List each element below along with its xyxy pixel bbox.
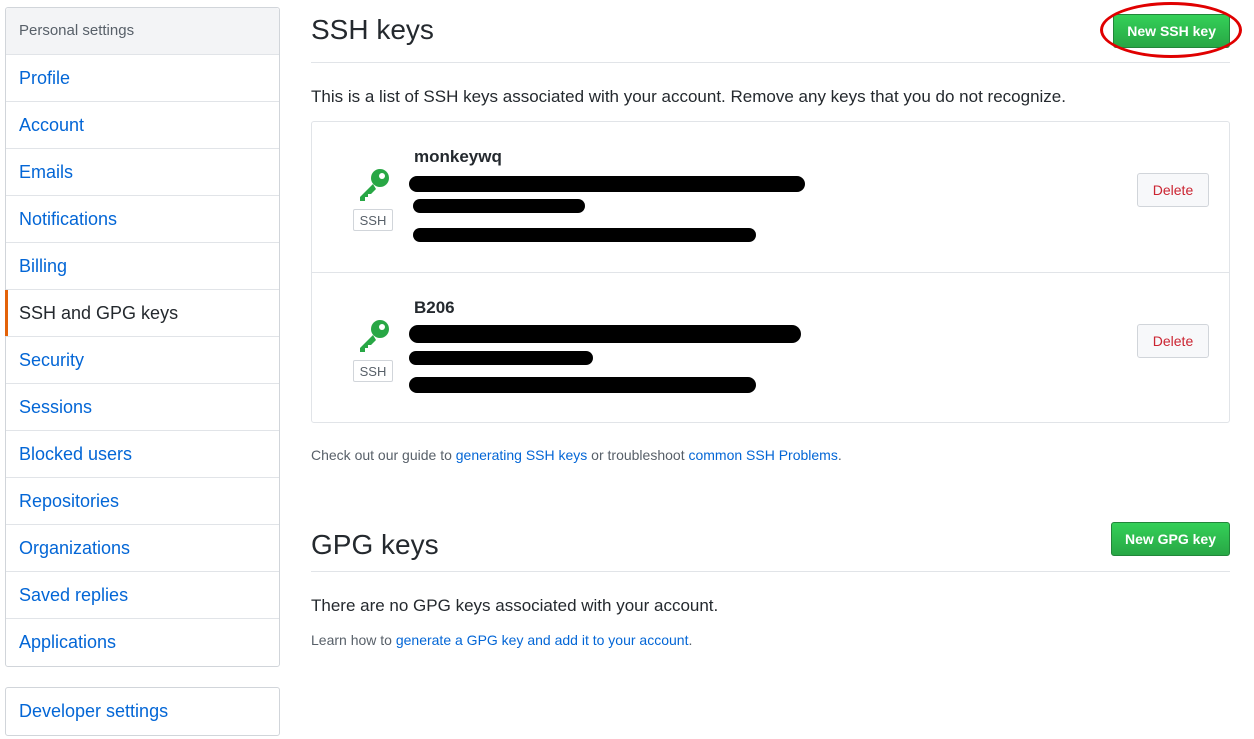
new-gpg-key-button[interactable]: New GPG key (1110, 522, 1230, 556)
ssh-subhead: SSH keys New SSH key (311, 0, 1242, 63)
sidebar-item-developer-settings[interactable]: Developer settings (6, 688, 279, 735)
sidebar-item-billing[interactable]: Billing (6, 243, 279, 290)
sidebar-item-blocked-users[interactable]: Blocked users (6, 431, 279, 478)
key-icon (360, 169, 389, 201)
personal-settings-menu: Personal settings Profile Account Emails… (5, 7, 280, 667)
ssh-keys-title: SSH keys (311, 14, 434, 45)
main-content: SSH keys New SSH key This is a list of S… (311, 0, 1242, 648)
key-icon (360, 320, 389, 352)
sidebar-item-ssh-gpg-keys[interactable]: SSH and GPG keys (5, 290, 279, 337)
ssh-key-row: SSH B206 Delete (312, 273, 1229, 422)
delete-key-button[interactable]: Delete (1137, 173, 1209, 207)
ssh-key-title: B206 (414, 298, 455, 317)
common-ssh-problems-link[interactable]: common SSH Problems (688, 447, 837, 463)
new-ssh-key-button[interactable]: New SSH key (1113, 14, 1230, 48)
gpg-help-suffix: . (688, 632, 693, 648)
ssh-help-middle: or troubleshoot (587, 447, 689, 463)
ssh-key-list: SSH monkeywq Delete SSH B206 Delete (311, 121, 1230, 423)
gpg-help-text: Learn how to generate a GPG key and add … (311, 632, 1230, 648)
sidebar-item-sessions[interactable]: Sessions (6, 384, 279, 431)
generate-gpg-key-link[interactable]: generate a GPG key and add it to your ac… (396, 632, 689, 648)
sidebar-item-security[interactable]: Security (6, 337, 279, 384)
sidebar-item-account[interactable]: Account (6, 102, 279, 149)
ssh-badge: SSH (353, 209, 393, 231)
redaction-mark (413, 228, 756, 242)
redaction-mark (413, 199, 585, 213)
ssh-help-text: Check out our guide to generating SSH ke… (311, 447, 1230, 463)
redaction-mark (409, 325, 801, 343)
sidebar-item-applications[interactable]: Applications (6, 619, 279, 666)
sidebar-item-emails[interactable]: Emails (6, 149, 279, 196)
ssh-intro-text: This is a list of SSH keys associated wi… (311, 87, 1066, 106)
developer-settings-menu: Developer settings (5, 687, 280, 736)
sidebar-item-notifications[interactable]: Notifications (6, 196, 279, 243)
delete-key-button[interactable]: Delete (1137, 324, 1209, 358)
ssh-key-title: monkeywq (414, 147, 502, 166)
gpg-help-prefix: Learn how to (311, 632, 396, 648)
menu-heading: Personal settings (6, 8, 279, 55)
ssh-help-suffix: . (837, 447, 842, 463)
redaction-mark (409, 377, 756, 393)
ssh-help-prefix: Check out our guide to (311, 447, 456, 463)
sidebar-item-repositories[interactable]: Repositories (6, 478, 279, 525)
gpg-keys-title: GPG keys (311, 529, 439, 560)
gpg-subhead: GPG keys New GPG key (311, 519, 1230, 572)
sidebar-item-profile[interactable]: Profile (6, 55, 279, 102)
gpg-empty-text: There are no GPG keys associated with yo… (311, 596, 719, 615)
sidebar-item-saved-replies[interactable]: Saved replies (6, 572, 279, 619)
ssh-key-row: SSH monkeywq Delete (312, 122, 1229, 273)
redaction-mark (409, 176, 805, 192)
generating-ssh-keys-link[interactable]: generating SSH keys (456, 447, 588, 463)
redaction-mark (409, 351, 593, 365)
sidebar-item-organizations[interactable]: Organizations (6, 525, 279, 572)
ssh-badge: SSH (353, 360, 393, 382)
